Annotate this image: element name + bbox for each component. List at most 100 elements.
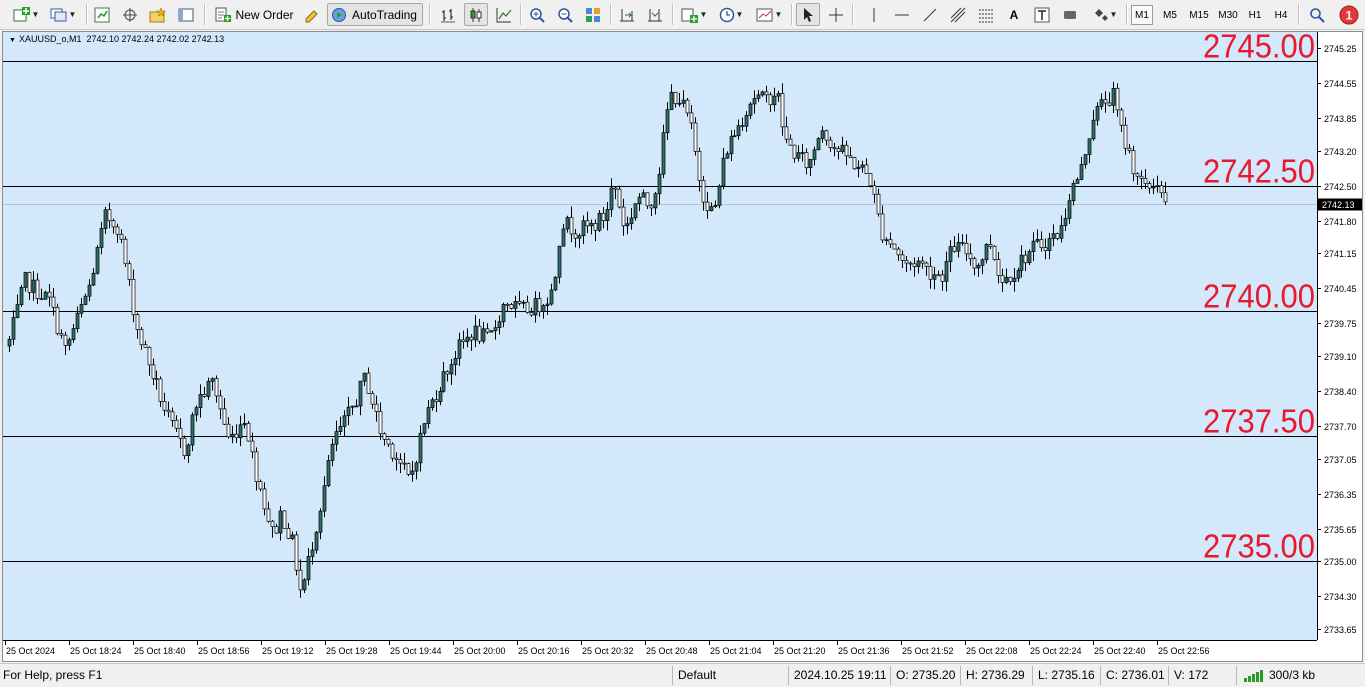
price-tick-label: 2739.75: [1324, 319, 1357, 329]
periods-button[interactable]: ▼: [714, 3, 748, 26]
new-chart-button[interactable]: ▼: [8, 3, 44, 26]
candle-body: [565, 217, 570, 230]
bar-datetime: 2024.10.25 19:11: [794, 668, 887, 682]
candle-body: [1107, 102, 1112, 106]
candle-body: [1059, 225, 1064, 239]
shapes-button[interactable]: ▼: [1088, 3, 1122, 26]
candle-body: [143, 344, 148, 348]
time-tick-label: 25 Oct 20:16: [518, 646, 570, 656]
candle-body: [465, 336, 470, 342]
candle-body: [553, 276, 558, 291]
profiles-button[interactable]: ▼: [46, 3, 80, 26]
vertical-line-icon: [873, 7, 875, 22]
templates-icon: [756, 8, 773, 21]
equidistant-channel-button[interactable]: [946, 3, 970, 26]
candle-body: [493, 327, 498, 332]
candle-body: [202, 394, 207, 397]
candle-body: [23, 272, 28, 288]
candle-body: [740, 125, 745, 128]
crosshair-button[interactable]: [824, 3, 848, 26]
time-tick-label: 25 Oct 20:00: [454, 646, 506, 656]
timeframe-m15-button[interactable]: M15: [1186, 5, 1212, 25]
candle-body: [270, 520, 275, 528]
auto-scroll-button[interactable]: [615, 3, 639, 26]
text-tool-button[interactable]: A: [1002, 3, 1026, 26]
candle-body: [83, 295, 88, 305]
level-label: 2745.00: [1203, 32, 1315, 65]
terminal-icon: [178, 8, 194, 21]
timeframe-m30-button[interactable]: M30: [1214, 5, 1242, 25]
autotrading-button[interactable]: AutoTrading: [327, 3, 423, 26]
candle-body: [266, 508, 271, 522]
market-watch-button[interactable]: [90, 3, 114, 26]
candle-body: [589, 223, 594, 227]
chart-menu-triangle-icon[interactable]: ▼: [9, 37, 16, 44]
candle-body: [756, 94, 761, 99]
candle-body: [1159, 185, 1164, 194]
line-chart-button[interactable]: [492, 3, 516, 26]
new-order-button[interactable]: New Order: [210, 3, 300, 26]
candle-body: [1043, 247, 1048, 251]
navigator-button[interactable]: [146, 3, 170, 26]
vertical-line-button[interactable]: [862, 3, 886, 26]
price-tick-label: 2739.10: [1324, 352, 1357, 362]
horizontal-line-button[interactable]: [890, 3, 914, 26]
candle-body: [354, 405, 359, 408]
star-folder-icon: [149, 6, 167, 22]
candle-body: [254, 451, 259, 482]
templates-button[interactable]: ▼: [752, 3, 786, 26]
candlestick-chart[interactable]: 2745.25 2744.55 2743.85 2743.20 2742.50 2741.…: [3, 32, 1362, 661]
candle-body: [1055, 233, 1060, 239]
candle-body: [378, 411, 383, 435]
notifications-button[interactable]: 1: [1336, 3, 1362, 26]
profiles-icon: [50, 8, 67, 21]
candle-body: [585, 220, 590, 227]
candle-body: [310, 549, 315, 557]
candle-body: [721, 157, 726, 187]
timeframe-m1-button[interactable]: M1: [1131, 5, 1153, 25]
indicators-button[interactable]: ▼: [677, 3, 711, 26]
price-tick-label: 2737.05: [1324, 455, 1357, 465]
candle-body: [334, 431, 339, 445]
zoom-in-button[interactable]: [525, 3, 549, 26]
clock-icon: [719, 7, 734, 22]
candle-body: [1095, 106, 1100, 121]
candle-body: [904, 259, 909, 264]
chart-window[interactable]: 2745.25 2744.55 2743.85 2743.20 2742.50 2741.…: [2, 31, 1363, 662]
candle-body: [673, 91, 678, 104]
candle-body: [896, 248, 901, 256]
timeframe-h1-button[interactable]: H1: [1244, 5, 1266, 25]
candle-body: [410, 470, 415, 475]
terminal-button[interactable]: [174, 3, 198, 26]
text-label-button[interactable]: [1030, 3, 1054, 26]
candle-body: [1091, 119, 1096, 140]
candle-body: [166, 409, 171, 413]
tile-windows-button[interactable]: [581, 3, 605, 26]
one-click-trading-button[interactable]: [301, 3, 323, 26]
candle-body: [131, 278, 136, 316]
candle-body: [888, 239, 893, 245]
candle-body: [992, 245, 997, 260]
search-button[interactable]: [1306, 3, 1328, 26]
bar-chart-button[interactable]: [436, 3, 460, 26]
candle-body: [1163, 192, 1168, 203]
arrow-sign-button[interactable]: [1058, 3, 1082, 26]
candle-body: [521, 301, 526, 304]
timeframe-h4-button[interactable]: H4: [1270, 5, 1292, 25]
candle-body: [557, 245, 562, 278]
timeframe-m5-button[interactable]: M5: [1158, 5, 1182, 25]
candle-body: [864, 164, 869, 174]
candle-body: [545, 303, 550, 306]
candle-body: [434, 399, 439, 402]
candle-body: [1071, 183, 1076, 202]
candlestick-chart-button[interactable]: [464, 3, 488, 26]
fibonacci-button[interactable]: [974, 3, 998, 26]
zoom-out-button[interactable]: [553, 3, 577, 26]
trendline-button[interactable]: [918, 3, 942, 26]
channel-icon: [950, 7, 966, 22]
chart-shift-button[interactable]: [643, 3, 667, 26]
cursor-button[interactable]: [796, 3, 820, 26]
data-window-button[interactable]: [118, 3, 142, 26]
candle-body: [645, 192, 650, 207]
level-label: 2740.00: [1203, 278, 1315, 315]
